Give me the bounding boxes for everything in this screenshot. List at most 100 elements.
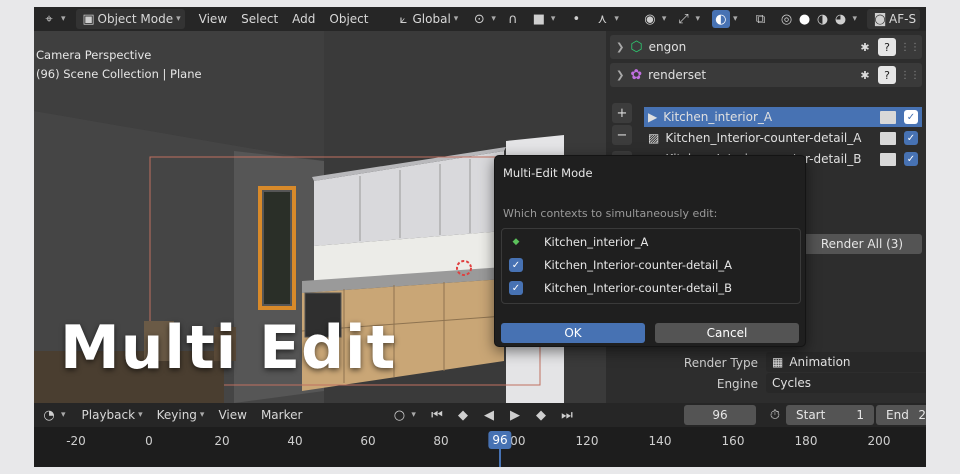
renderset-icon: ✿ xyxy=(630,67,643,83)
render-all-button[interactable]: Render All (3) xyxy=(802,234,922,254)
list-item[interactable]: ▶ Kitchen_interior_A ✓ xyxy=(644,107,922,127)
next-key-button[interactable]: ◆ xyxy=(528,405,554,425)
orientation-icon: ⟀ xyxy=(399,11,408,27)
snap-button[interactable]: ∩ xyxy=(500,9,526,29)
overlays-icon: ◐ xyxy=(711,10,730,28)
renderset-panel-header[interactable]: ❯ ✿ renderset ✱ ? ⋮⋮ xyxy=(610,63,922,87)
help-icon[interactable]: ? xyxy=(878,38,896,56)
menu-add[interactable]: Add xyxy=(288,9,319,29)
dialog-context-list: ◆ Kitchen_interior_A ✓ Kitchen_Interior-… xyxy=(501,228,801,304)
editor-type-button[interactable]: ⌖ ▾ xyxy=(36,9,70,29)
gear-icon[interactable]: ✱ xyxy=(856,38,874,56)
ruler-tick: 80 xyxy=(433,434,449,448)
menu-playback[interactable]: Playback ▾ xyxy=(78,405,147,425)
viewport-info-collection: (96) Scene Collection | Plane xyxy=(36,67,202,81)
render-type-value: Animation xyxy=(789,355,851,369)
ruler-tick: 0 xyxy=(145,434,153,448)
overlay-title: Multi Edit xyxy=(60,313,397,383)
preview-range-button[interactable]: ⏱ xyxy=(762,405,788,425)
eye-icon: ◉ xyxy=(644,11,656,27)
render-context-icon: ▶ xyxy=(648,110,658,124)
start-frame-field[interactable]: Start 1 xyxy=(786,405,874,425)
active-context-icon: ◆ xyxy=(512,237,520,247)
wireframe-icon: ◎ xyxy=(780,11,793,27)
chevron-right-icon: ❯ xyxy=(616,41,625,53)
timeline-editor-button[interactable]: ◔ ▾ xyxy=(36,405,70,425)
proportional-button[interactable]: • xyxy=(563,9,589,29)
xray-button[interactable]: ⧉ xyxy=(748,9,774,29)
context-checkbox[interactable]: ✓ xyxy=(904,152,918,166)
render-type-dropdown[interactable]: ▦ Animation ▾ xyxy=(766,352,926,372)
drag-handle-icon[interactable]: ⋮⋮ xyxy=(900,42,920,53)
snap-target-button[interactable]: ■ ▾ xyxy=(526,9,560,29)
xray-icon: ⧉ xyxy=(755,11,766,27)
render-type-label: Render Type xyxy=(683,356,758,370)
ruler-tick: 120 xyxy=(575,434,599,448)
menu-view[interactable]: View xyxy=(195,9,231,29)
play-icon: ▶ xyxy=(509,407,520,423)
engine-value: Cycles xyxy=(772,376,812,390)
dialog-item[interactable]: ✓ Kitchen_Interior-counter-detail_A xyxy=(502,254,802,276)
add-context-button[interactable]: + xyxy=(612,103,632,123)
folder-icon[interactable] xyxy=(880,152,896,166)
mode-dropdown[interactable]: ▣ Object Mode ▾ xyxy=(75,9,185,29)
shading-buttons[interactable]: ◎ ● ◑ ◕ ▾ xyxy=(774,9,862,29)
current-frame-field[interactable]: 96 xyxy=(684,405,756,425)
engine-dropdown[interactable]: Cycles ▾ xyxy=(766,373,926,393)
dialog-checkbox[interactable]: ✓ xyxy=(509,258,523,272)
dialog-item[interactable]: ◆ Kitchen_interior_A xyxy=(502,231,802,253)
play-reverse-icon: ◀ xyxy=(483,407,494,423)
engon-label: engon xyxy=(648,40,687,54)
animation-icon: ▦ xyxy=(772,355,784,369)
image-icon: ▨ xyxy=(648,131,660,145)
drag-handle-icon[interactable]: ⋮⋮ xyxy=(900,70,920,81)
material-icon: ◑ xyxy=(816,11,829,27)
prev-key-button[interactable]: ◆ xyxy=(450,405,476,425)
visibility-button[interactable]: ◉ ▾ xyxy=(637,9,671,29)
next-keyframe-icon: ◆ xyxy=(535,407,546,423)
dialog-item-label: Kitchen_interior_A xyxy=(544,235,649,249)
overlays-button[interactable]: ◐ ▾ xyxy=(708,9,742,29)
context-checkbox[interactable]: ✓ xyxy=(904,131,918,145)
jump-end-button[interactable]: ⏭ xyxy=(554,405,580,425)
menu-object[interactable]: Object xyxy=(325,9,372,29)
orientation-dropdown[interactable]: ⟀ Global ▾ xyxy=(391,9,463,29)
gizmo-button[interactable]: ⤢ ▾ xyxy=(670,9,704,29)
end-frame-field[interactable]: End 2 xyxy=(876,405,926,425)
engon-panel-header[interactable]: ❯ ⬡ engon ✱ ? ⋮⋮ xyxy=(610,35,922,59)
gear-icon[interactable]: ✱ xyxy=(856,66,874,84)
play-button[interactable]: ▶ xyxy=(502,405,528,425)
camera-icon: ◙ xyxy=(873,11,887,27)
start-label: Start xyxy=(796,408,826,422)
falloff-button[interactable]: ⋏ ▾ xyxy=(589,9,623,29)
ruler-tick: 20 xyxy=(214,434,230,448)
gizmo-icon: ⤢ xyxy=(678,11,689,27)
playhead[interactable]: 96 xyxy=(488,431,512,449)
jump-start-button[interactable]: ⏮ xyxy=(424,405,450,425)
dot-icon: • xyxy=(572,11,581,27)
mode-label: Object Mode xyxy=(97,12,174,26)
rendered-icon: ◕ xyxy=(834,11,847,27)
solid-icon: ● xyxy=(798,11,811,27)
dialog-checkbox[interactable]: ✓ xyxy=(509,281,523,295)
menu-view-timeline[interactable]: View xyxy=(214,405,250,425)
ruler-tick: 180 xyxy=(794,434,818,448)
help-icon[interactable]: ? xyxy=(878,66,896,84)
ok-button[interactable]: OK xyxy=(501,323,645,343)
autokey-button[interactable]: ○ ▾ xyxy=(386,405,420,425)
cancel-button[interactable]: Cancel xyxy=(655,323,799,343)
menu-keying[interactable]: Keying ▾ xyxy=(153,405,209,425)
folder-icon[interactable] xyxy=(880,131,896,145)
folder-icon[interactable] xyxy=(880,110,896,124)
prev-keyframe-icon: ◆ xyxy=(457,407,468,423)
menu-marker[interactable]: Marker xyxy=(257,405,306,425)
list-item[interactable]: ▨ Kitchen_Interior-counter-detail_A ✓ xyxy=(644,128,922,148)
remove-context-button[interactable]: − xyxy=(612,125,632,145)
context-checkbox[interactable]: ✓ xyxy=(904,110,918,124)
dialog-item[interactable]: ✓ Kitchen_Interior-counter-detail_B xyxy=(502,277,802,299)
timeline-ruler[interactable]: -20 0 20 40 60 80 100 120 140 160 180 20… xyxy=(34,427,926,467)
pivot-button[interactable]: ⊙ ▾ xyxy=(466,9,500,29)
play-reverse-button[interactable]: ◀ xyxy=(476,405,502,425)
camera-af-button[interactable]: ◙ AF-S xyxy=(867,9,921,29)
menu-select[interactable]: Select xyxy=(237,9,282,29)
